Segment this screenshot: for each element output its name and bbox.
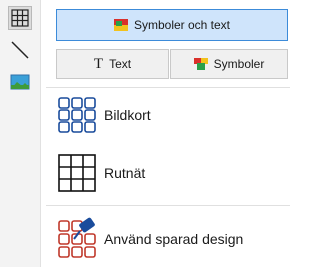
- text-icon: T: [93, 55, 104, 72]
- grid-option[interactable]: Rutnät: [56, 151, 286, 195]
- text-label: Text: [109, 57, 132, 71]
- symbols-button[interactable]: Symboler: [170, 49, 288, 79]
- symbols-and-text-label: Symboler och text: [133, 18, 231, 32]
- picture-cards-label: Bildkort: [104, 107, 151, 123]
- line-tool-button[interactable]: [8, 38, 32, 62]
- symbol-text-icon: [113, 19, 128, 31]
- grid-icon: [11, 9, 29, 27]
- image-tool-button[interactable]: [8, 70, 32, 94]
- divider: [46, 87, 290, 88]
- picture-cards-icon: [58, 97, 96, 133]
- use-saved-design-label: Använd sparad design: [104, 231, 244, 247]
- line-icon: [11, 41, 29, 59]
- symbol-icon: [193, 58, 208, 70]
- symbols-and-text-button[interactable]: Symboler och text: [56, 9, 288, 41]
- picture-cards-option[interactable]: Bildkort: [56, 93, 286, 137]
- symbols-label: Symboler: [213, 57, 265, 71]
- use-saved-design-option[interactable]: Använd sparad design: [56, 217, 286, 261]
- divider: [46, 205, 290, 206]
- grid-tool-button[interactable]: [8, 6, 32, 30]
- grid-option-label: Rutnät: [104, 165, 146, 181]
- image-icon: [10, 74, 30, 90]
- left-toolbar: [0, 0, 41, 267]
- saved-design-icon: [58, 217, 96, 258]
- text-button[interactable]: T Text: [56, 49, 169, 79]
- grid-option-icon: [58, 154, 96, 192]
